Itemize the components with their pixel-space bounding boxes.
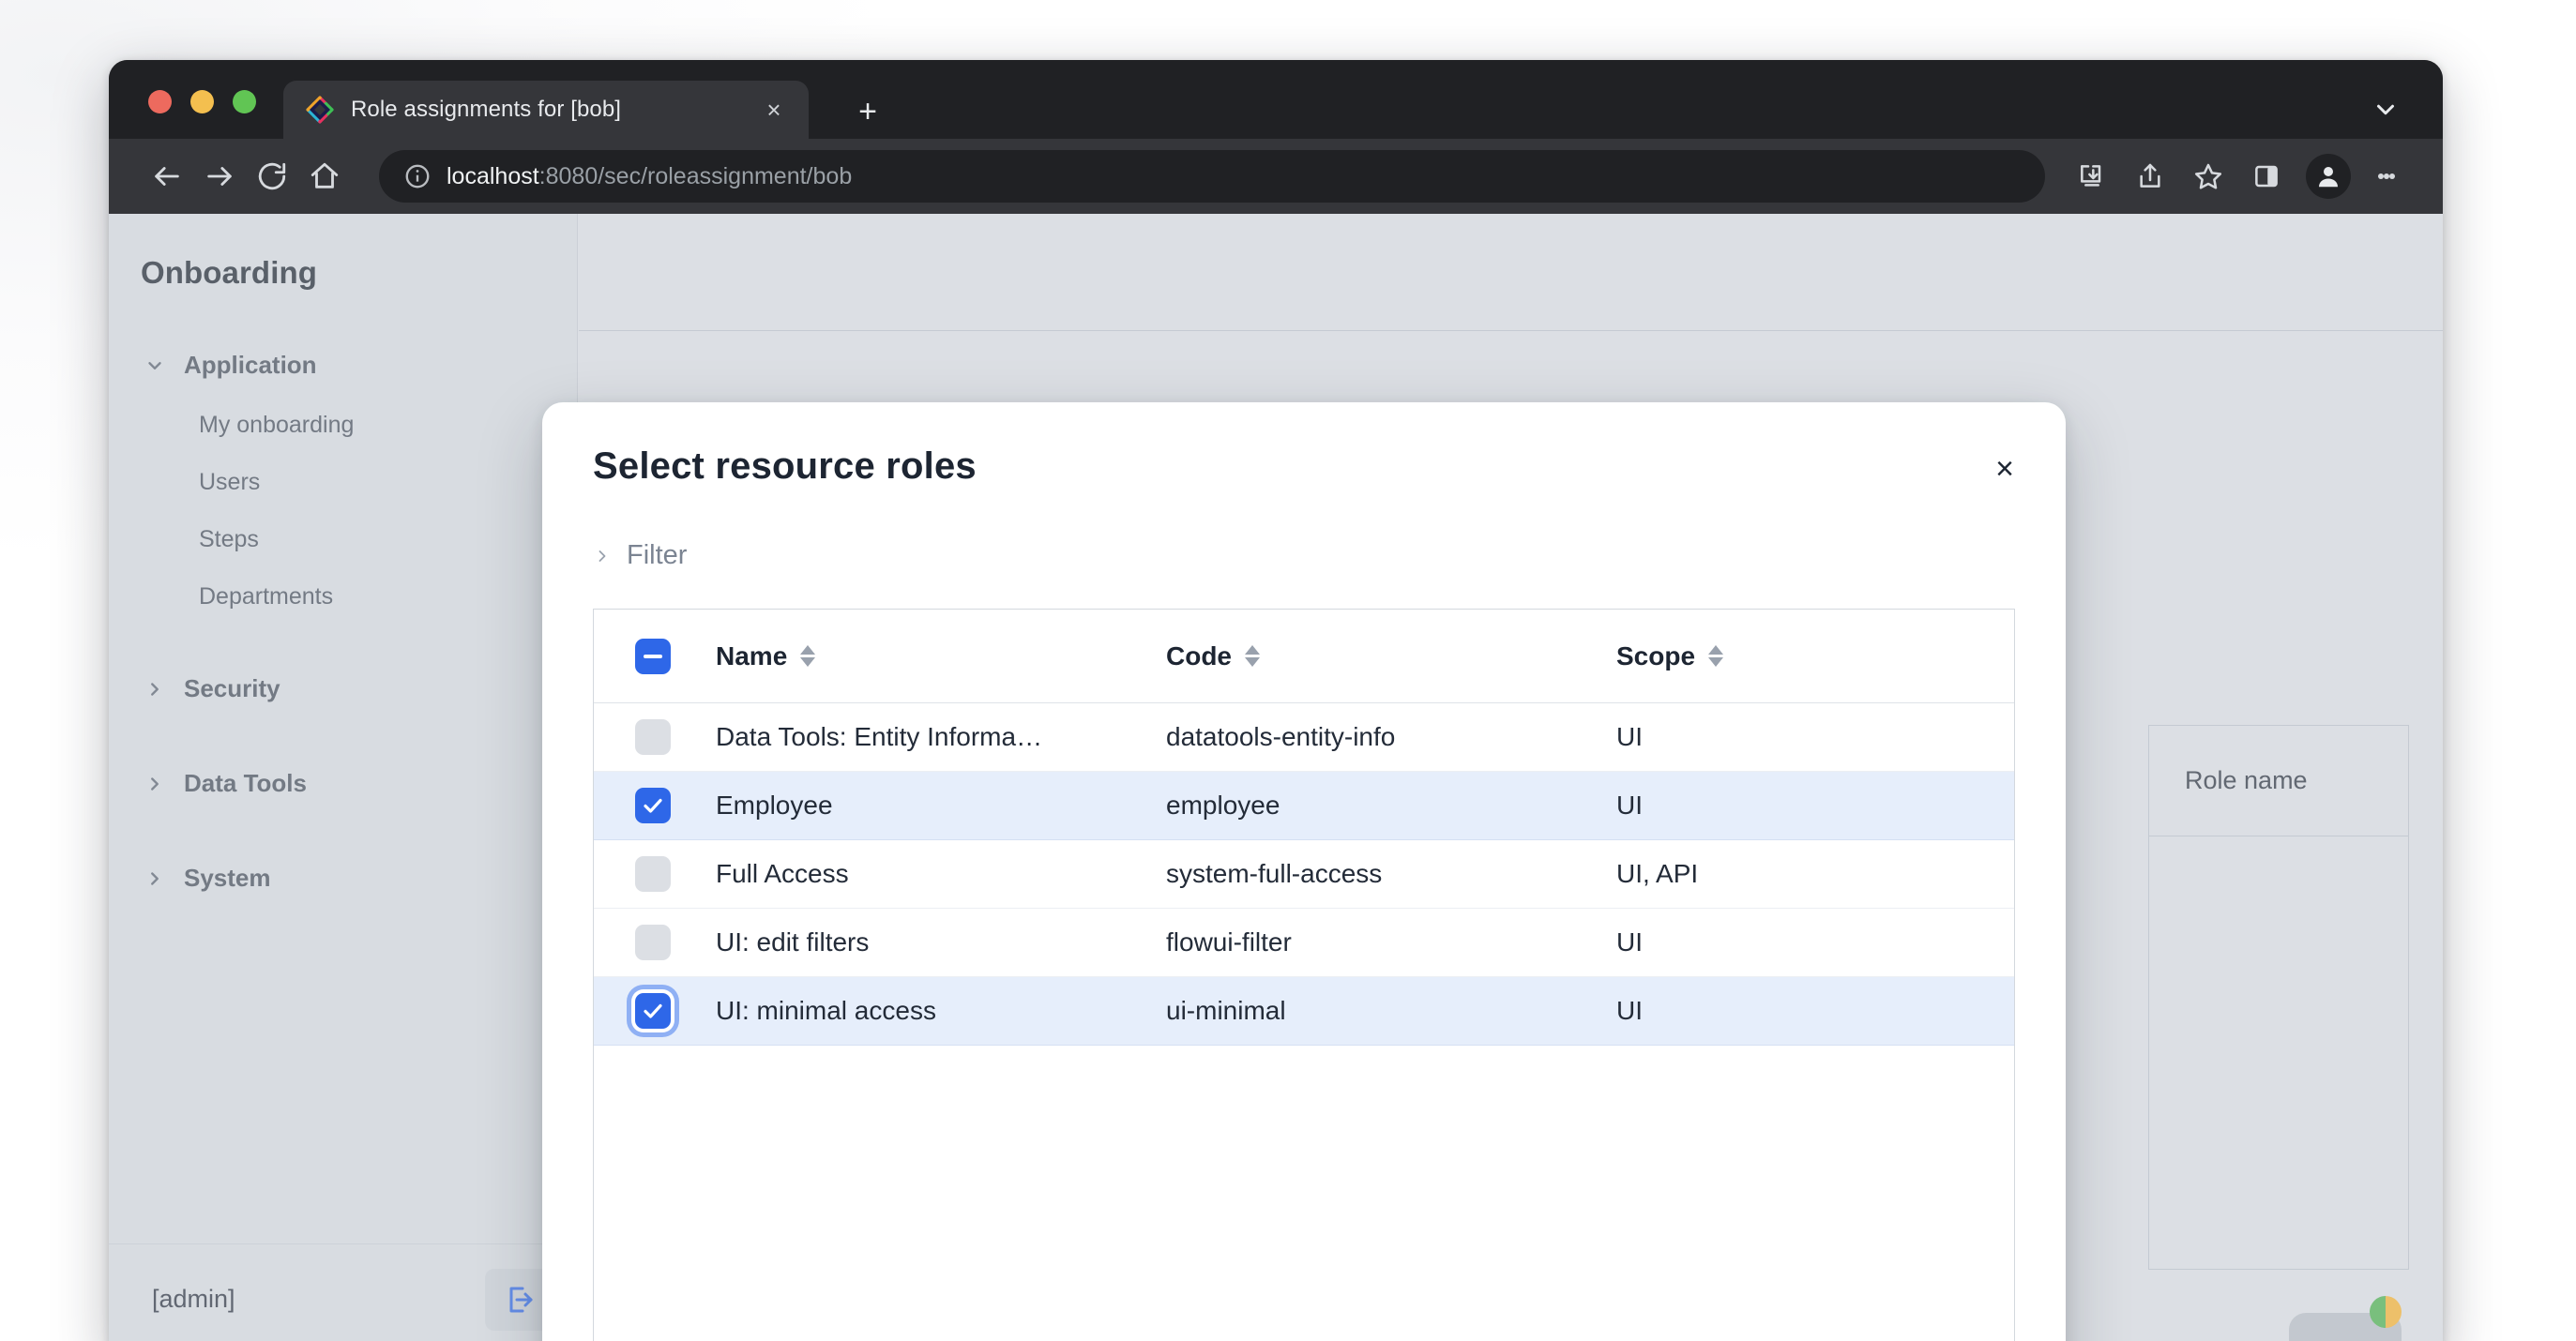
- table-row[interactable]: Employee employee UI: [594, 772, 2014, 840]
- cell-name: UI: minimal access: [716, 996, 1166, 1026]
- column-header-label: Name: [716, 641, 787, 671]
- browser-tab[interactable]: Role assignments for [bob] ×: [283, 81, 809, 139]
- check-icon: [642, 794, 664, 817]
- cell-code: datatools-entity-info: [1166, 722, 1616, 752]
- cell-code: flowui-filter: [1166, 927, 1616, 957]
- column-header-name[interactable]: Name: [716, 641, 1166, 671]
- cell-code: employee: [1166, 791, 1616, 821]
- cell-scope: UI: [1616, 791, 2014, 821]
- dialog-header: Select resource roles ×: [542, 402, 2066, 488]
- check-icon: [642, 1000, 664, 1022]
- row-checkbox-cell: [594, 719, 716, 755]
- home-icon[interactable]: [298, 150, 351, 203]
- jmix-logo-icon: [304, 94, 336, 126]
- row-checkbox[interactable]: [635, 856, 671, 892]
- cell-scope: UI: [1616, 927, 2014, 957]
- profile-avatar-icon[interactable]: [2306, 154, 2351, 199]
- grid-empty-space: [594, 1046, 2014, 1341]
- cell-name: Full Access: [716, 859, 1166, 889]
- window-controls: [148, 90, 256, 113]
- toolbar-actions: [2066, 150, 2409, 203]
- column-header-code[interactable]: Code: [1166, 641, 1616, 671]
- row-checkbox[interactable]: [635, 925, 671, 960]
- forward-icon[interactable]: [193, 150, 246, 203]
- table-row[interactable]: UI: minimal access ui-minimal UI: [594, 977, 2014, 1046]
- table-row[interactable]: Data Tools: Entity Informa… datatools-en…: [594, 703, 2014, 772]
- cell-scope: UI: [1616, 996, 2014, 1026]
- close-icon[interactable]: ×: [1983, 447, 2026, 490]
- star-icon[interactable]: [2182, 150, 2235, 203]
- roles-data-grid: Name Code Scope: [593, 609, 2015, 1341]
- column-header-scope[interactable]: Scope: [1616, 641, 2014, 671]
- back-icon[interactable]: [141, 150, 193, 203]
- share-icon[interactable]: [2124, 150, 2176, 203]
- row-checkbox-cell: [594, 856, 716, 892]
- page-viewport: Role name Onboarding Application My onbo…: [109, 214, 2443, 1341]
- sort-icon: [800, 645, 815, 667]
- cell-code: ui-minimal: [1166, 996, 1616, 1026]
- table-row[interactable]: UI: edit filters flowui-filter UI: [594, 909, 2014, 977]
- row-checkbox-cell: [594, 788, 716, 823]
- sort-icon: [1708, 645, 1723, 667]
- cell-scope: UI: [1616, 722, 2014, 752]
- row-checkbox[interactable]: [635, 993, 671, 1029]
- cell-scope: UI, API: [1616, 859, 2014, 889]
- filter-toggle[interactable]: Filter: [542, 488, 2066, 571]
- maximize-window-button[interactable]: [233, 90, 256, 113]
- grid-header-row: Name Code Scope: [594, 610, 2014, 703]
- row-checkbox[interactable]: [635, 719, 671, 755]
- grid-header-checkbox-cell: [594, 639, 716, 674]
- screen: Role assignments for [bob] × +: [0, 0, 2576, 1341]
- browser-tab-strip: Role assignments for [bob] × +: [109, 60, 2443, 139]
- column-header-label: Scope: [1616, 641, 1695, 671]
- minimize-window-button[interactable]: [190, 90, 214, 113]
- close-tab-button[interactable]: ×: [758, 94, 790, 126]
- three-dot-menu-icon[interactable]: [2364, 154, 2409, 199]
- row-checkbox[interactable]: [635, 788, 671, 823]
- address-bar-url: localhost:8080/sec/roleassignment/bob: [447, 163, 852, 190]
- address-bar[interactable]: localhost:8080/sec/roleassignment/bob: [379, 150, 2045, 203]
- table-row[interactable]: Full Access system-full-access UI, API: [594, 840, 2014, 909]
- browser-tab-title: Role assignments for [bob]: [351, 97, 743, 123]
- select-all-checkbox[interactable]: [635, 639, 671, 674]
- browser-window: Role assignments for [bob] × +: [109, 60, 2443, 1341]
- download-icon[interactable]: [2066, 150, 2118, 203]
- new-tab-button[interactable]: +: [850, 94, 886, 129]
- close-window-button[interactable]: [148, 90, 172, 113]
- side-panel-icon[interactable]: [2240, 150, 2293, 203]
- info-circle-icon: [403, 162, 432, 190]
- tab-search-chevron-down-icon[interactable]: [2370, 94, 2402, 126]
- chevron-right-icon: [593, 545, 612, 567]
- browser-toolbar: localhost:8080/sec/roleassignment/bob: [109, 139, 2443, 214]
- cell-name: Employee: [716, 791, 1166, 821]
- address-path: :8080/sec/roleassignment/bob: [539, 163, 853, 189]
- cell-code: system-full-access: [1166, 859, 1616, 889]
- column-header-label: Code: [1166, 641, 1232, 671]
- reload-icon[interactable]: [246, 150, 298, 203]
- row-checkbox-cell: [594, 993, 716, 1029]
- sort-icon: [1245, 645, 1260, 667]
- indeterminate-dash-icon: [644, 655, 662, 658]
- dialog-title: Select resource roles: [593, 445, 2024, 488]
- cell-name: UI: edit filters: [716, 927, 1166, 957]
- cell-name: Data Tools: Entity Informa…: [716, 722, 1166, 752]
- address-host: localhost: [447, 163, 539, 189]
- filter-label: Filter: [627, 540, 687, 571]
- select-resource-roles-dialog: Select resource roles × Filter: [542, 402, 2066, 1341]
- row-checkbox-cell: [594, 925, 716, 960]
